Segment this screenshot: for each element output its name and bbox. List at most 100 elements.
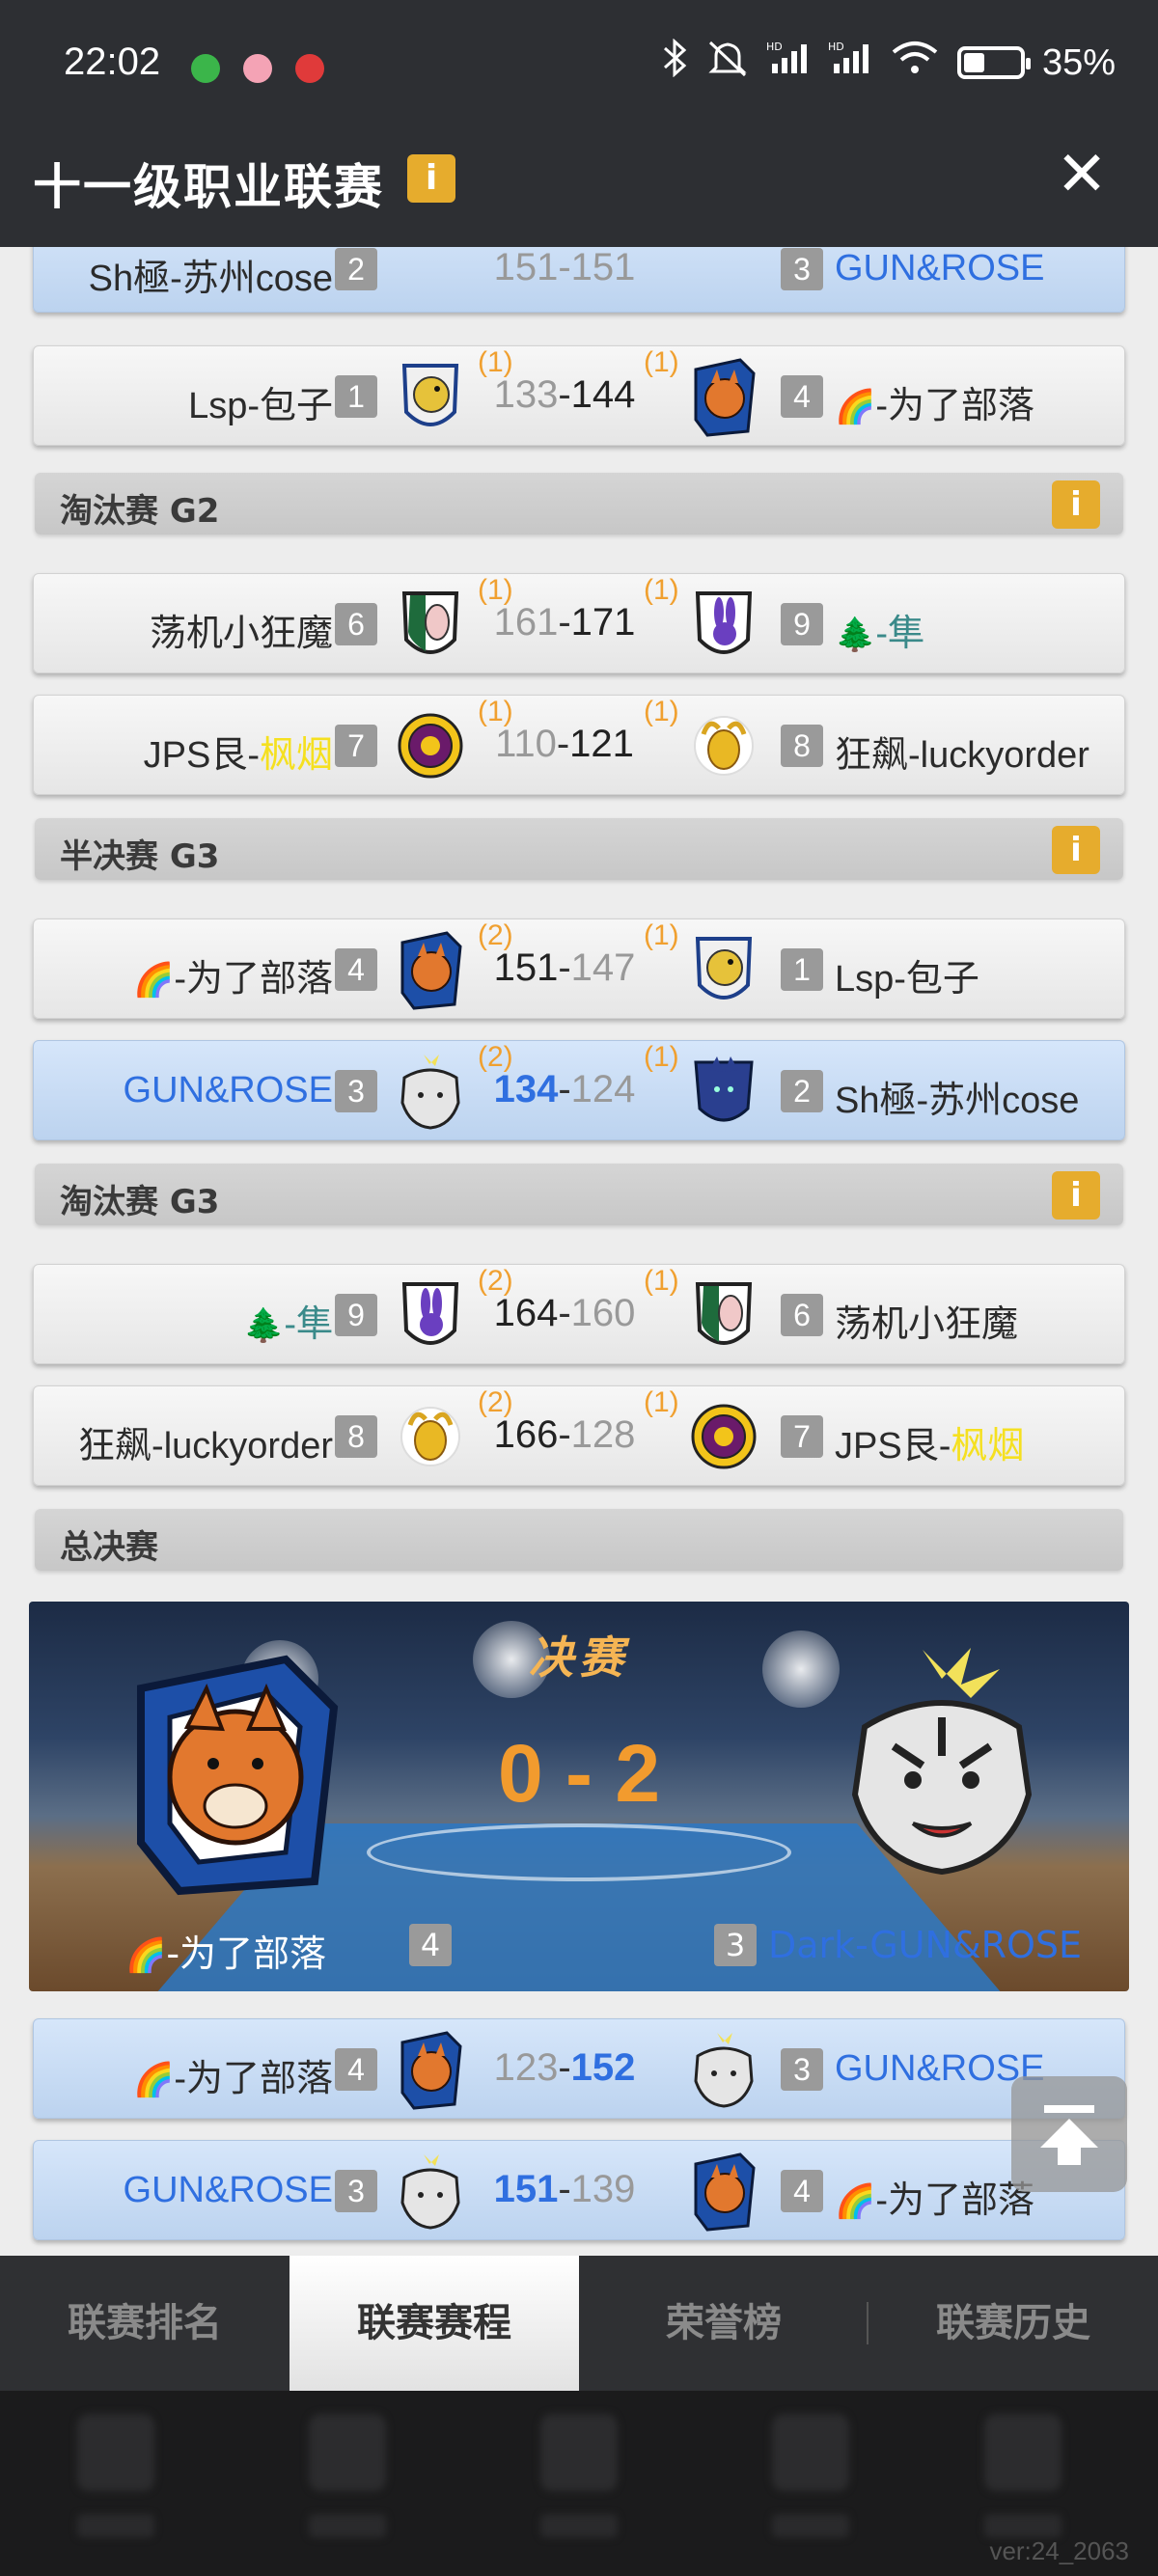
match-row[interactable]: 🌈-为了部落 4 123-152 3 GUN&ROSE [33,2018,1125,2119]
score-separator: - [556,723,570,765]
match-row[interactable]: 荡机小狂魔 6 (1) 161-171 (1) 9 🌲-隼 [33,573,1125,673]
right-seed-badge: 2 [781,1070,823,1112]
version-label: ver:24_2063 [989,2536,1129,2565]
rainbow-icon: 🌈 [125,1936,167,1975]
right-score: 121 [569,723,634,765]
bottom-tab-bar: 联赛排名 联赛赛程 荣誉榜 联赛历史 [0,2256,1158,2391]
right-team-label: 荡机小狂魔 [835,1304,1019,1345]
finals-series-score: 0 - 2 [497,1728,661,1819]
left-team-logo-icon [397,1274,464,1356]
header-info-button[interactable]: i [407,154,455,203]
right-team-label: -隼 [875,614,924,654]
match-score: 151-147 [458,946,671,990]
section-title: 淘汰赛 G2 [60,492,220,531]
left-team-label: -为了部落 [174,959,333,1000]
section-header-semi-g3: 半决赛 G3 i [35,818,1123,880]
right-series-wins: (1) [644,1386,679,1418]
left-score: 166 [493,1413,559,1456]
close-button[interactable]: ✕ [1048,141,1116,208]
xiaohongshu-icon [295,54,324,83]
right-score: 171 [570,601,636,644]
match-row[interactable]: GUN&ROSE 3 151-139 4 🌈-为了部落 [33,2140,1125,2240]
finals-left-seed-badge: 4 [409,1924,452,1966]
tab-league-history[interactable]: 联赛历史 [868,2256,1158,2391]
left-seed-badge: 7 [335,725,377,767]
section-info-button[interactable]: i [1052,1171,1100,1219]
finals-title: 决赛 [529,1631,629,1684]
left-score: 151 [493,2168,559,2210]
match-row[interactable]: GUN&ROSE 3 (2) 134-124 (1) 2 Sh極-苏州cose [33,1040,1125,1140]
left-team-name: Lsp-包子 [188,375,333,428]
right-team-name: 狂飙-luckyorder [835,725,1089,778]
match-score: 151-151 [493,247,636,288]
battery-icon [956,46,1031,79]
blurred-nav-label [309,2514,386,2537]
score-separator: - [558,946,571,989]
left-team-label: 荡机小狂魔 [149,614,333,654]
tab-honor-roll[interactable]: 荣誉榜 [579,2256,868,2391]
left-seed-badge: 4 [335,2048,377,2091]
right-team-name: 🌲-隼 [835,603,924,656]
section-info-button[interactable]: i [1052,826,1100,874]
left-team-label: GUN&ROSE [123,2170,333,2210]
match-row[interactable]: Lsp-包子 1 (1) 133-144 (1) 4 🌈-为了部落 [33,345,1125,446]
left-team-logo-icon [397,929,464,1010]
match-score: 166-128 [458,1413,671,1457]
match-row[interactable]: 🌲-隼 9 (2) 164-160 (1) 6 荡机小狂魔 [33,1264,1125,1364]
match-score: 161-171 [458,601,671,644]
right-team-logo-icon [690,1396,758,1477]
right-team-logo-icon [690,2029,758,2110]
match-row[interactable]: 狂飙-luckyorder 8 (2) 166-128 (1) 7 JPS艮-枫烟 [33,1385,1125,1486]
match-score: 151-139 [458,2168,671,2211]
left-team-prefix: 🌈 [133,962,175,999]
match-score: 133-144 [458,373,671,417]
right-seed-badge: 3 [781,2048,823,2091]
right-team-name: 🌈-为了部落 [835,2170,1034,2223]
left-team-logo-icon [397,705,464,786]
mute-icon [706,39,749,87]
right-team-logo-icon [690,929,758,1010]
tab-label: 联赛排名 [68,2301,222,2345]
right-team-logo-icon [690,1274,758,1356]
hd-signal-icon: HD [828,39,872,87]
tab-league-schedule[interactable]: 联赛赛程 [290,2256,579,2391]
section-info-button[interactable]: i [1052,480,1100,529]
right-team-label: Sh極-苏州cose [835,1081,1080,1121]
finals-right-team-name: Dark-GUN&ROSE [768,1924,1083,1966]
left-team-name: JPS艮-枫烟 [144,725,333,778]
tab-label: 联赛赛程 [357,2301,511,2345]
hd-signal-icon: HD [766,39,811,87]
app-header: 十一级职业联赛 ✕ [0,112,1158,247]
left-team-logo-icon [397,2151,464,2232]
finals-banner[interactable]: 决赛 0 - 2 🌈-为了部落 4 3 Dark-GUN&ROSE [29,1602,1129,1991]
tab-league-ranking[interactable]: 联赛排名 [0,2256,290,2391]
blurred-nav-icon [540,2414,618,2491]
blurred-nav-icon [772,2414,849,2491]
left-score: 161 [493,601,559,644]
svg-text:HD: HD [828,41,844,53]
match-row[interactable]: Sh極-苏州cose 2 151-151 3 GUN&ROSE [33,247,1125,313]
left-score: 123 [493,2046,559,2089]
score-separator: - [558,601,571,644]
right-score: 152 [570,2046,636,2089]
page-title: 十一级职业联赛 [33,159,384,215]
right-team-logo-icon [690,1051,758,1132]
left-seed-badge: 6 [335,603,377,645]
scroll-to-top-button[interactable] [1011,2076,1127,2192]
right-team-prefix: 🌈 [835,389,876,425]
right-seed-badge: 1 [781,948,823,991]
left-team-name: Sh極-苏州cose [88,259,333,299]
match-row[interactable]: JPS艮-枫烟 7 (1) 110-121 (1) 8 狂飙-luckyorder [33,695,1125,795]
blurred-bottom-nav: ver:24_2063 [0,2391,1158,2576]
right-series-wins: (1) [644,919,679,951]
right-team-logo-icon [690,705,758,786]
left-team-name: 狂飙-luckyorder [78,1415,333,1468]
match-row[interactable]: 🌈-为了部落 4 (2) 151-147 (1) 1 Lsp-包子 [33,918,1125,1019]
tab-label: 荣誉榜 [666,2301,782,2345]
right-team-name: Lsp-包子 [835,948,979,1001]
right-team-logo-icon [690,2151,758,2232]
right-series-wins: (1) [644,346,679,378]
left-team-name: 🌈-为了部落 [133,948,333,1001]
arrow-up-icon [1040,2105,1098,2165]
right-team-name: 荡机小狂魔 [835,1294,1018,1347]
